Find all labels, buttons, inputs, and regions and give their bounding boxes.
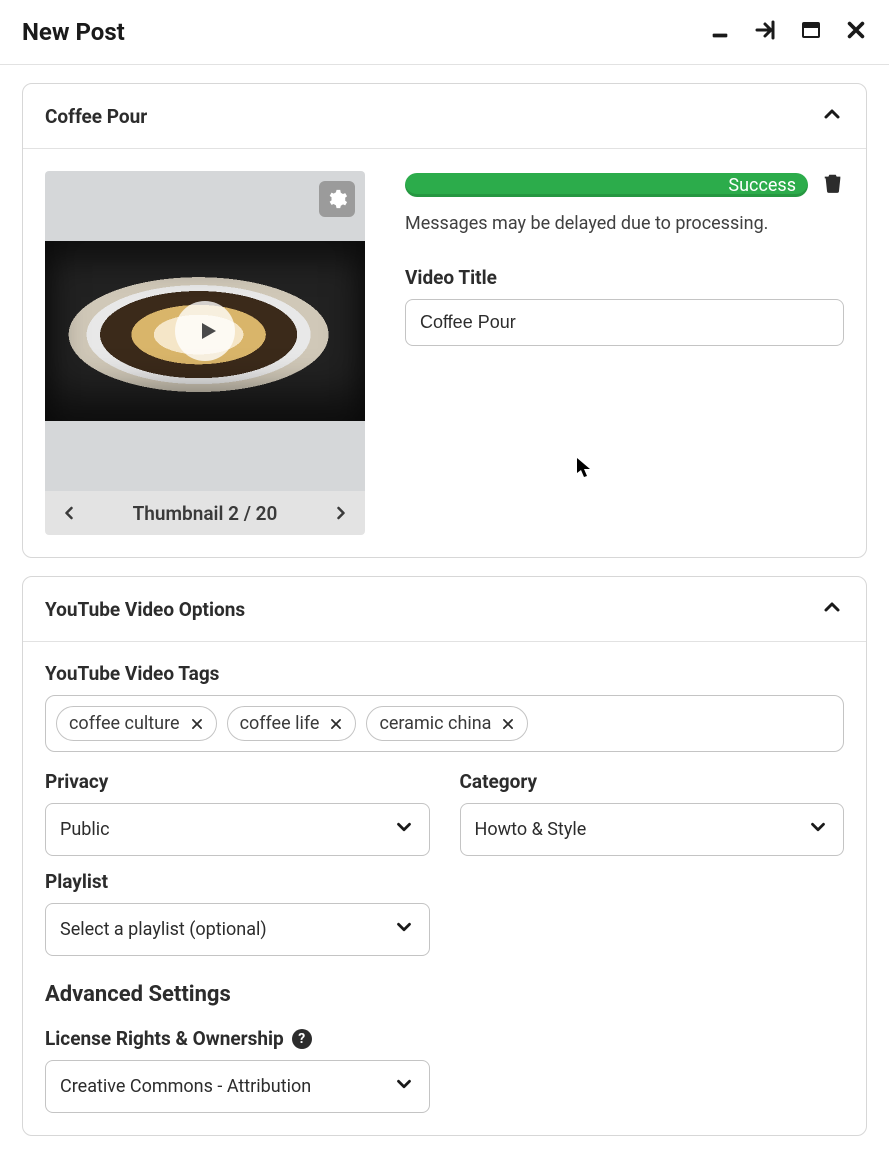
advanced-settings-heading: Advanced Settings <box>45 982 844 1007</box>
upload-progress-bar: Success <box>405 173 808 197</box>
options-card-header[interactable]: YouTube Video Options <box>23 577 866 642</box>
thumbnail-counter: Thumbnail 2 / 20 <box>133 502 278 525</box>
page-title: New Post <box>22 18 125 46</box>
chevron-down-icon <box>393 916 415 943</box>
upload-status-text: Success <box>728 175 796 196</box>
privacy-value: Public <box>60 819 110 840</box>
app-header: New Post <box>0 0 889 65</box>
tag-remove-icon[interactable] <box>329 717 343 731</box>
thumbnail-settings-button[interactable] <box>319 181 355 217</box>
dock-right-icon[interactable] <box>753 18 777 46</box>
processing-note: Messages may be delayed due to processin… <box>405 213 844 234</box>
post-card-header[interactable]: Coffee Pour <box>23 84 866 149</box>
play-icon[interactable] <box>175 301 235 361</box>
thumbnail-nav: Thumbnail 2 / 20 <box>45 491 365 535</box>
playlist-select[interactable]: Select a playlist (optional) <box>45 903 430 956</box>
playlist-label: Playlist <box>45 870 430 893</box>
thumbnail-next-button[interactable] <box>327 499 355 527</box>
playlist-value: Select a playlist (optional) <box>60 919 267 940</box>
video-title-input[interactable] <box>405 299 844 346</box>
tags-input[interactable]: coffee culture coffee life ceramic china <box>45 695 844 752</box>
tag-chip: coffee life <box>227 706 357 741</box>
header-actions <box>709 18 867 46</box>
maximize-icon[interactable] <box>799 18 823 46</box>
tag-chip: ceramic china <box>366 706 528 741</box>
video-title-label: Video Title <box>405 266 844 289</box>
category-label: Category <box>460 770 845 793</box>
tag-text: ceramic china <box>379 713 491 734</box>
options-card: YouTube Video Options YouTube Video Tags… <box>22 576 867 1136</box>
chevron-up-icon <box>820 102 844 130</box>
help-icon[interactable]: ? <box>292 1029 312 1049</box>
close-icon[interactable] <box>845 19 867 45</box>
tag-chip: coffee culture <box>56 706 217 741</box>
license-select[interactable]: Creative Commons - Attribution <box>45 1060 430 1113</box>
tags-label: YouTube Video Tags <box>45 662 844 685</box>
post-card-body: Thumbnail 2 / 20 Success Messages may be… <box>23 149 866 557</box>
chevron-down-icon <box>393 1073 415 1100</box>
delete-button[interactable] <box>822 171 844 199</box>
tag-text: coffee life <box>240 713 320 734</box>
post-card: Coffee Pour <box>22 83 867 558</box>
post-details: Success Messages may be delayed due to p… <box>405 171 844 346</box>
minimize-icon[interactable] <box>709 19 731 45</box>
tag-text: coffee culture <box>69 713 180 734</box>
post-card-title: Coffee Pour <box>45 105 147 128</box>
category-value: Howto & Style <box>475 819 587 840</box>
privacy-select[interactable]: Public <box>45 803 430 856</box>
thumbnail-preview[interactable] <box>45 171 365 491</box>
tag-remove-icon[interactable] <box>501 717 515 731</box>
thumbnail-area: Thumbnail 2 / 20 <box>45 171 365 535</box>
thumbnail-prev-button[interactable] <box>55 499 83 527</box>
privacy-label: Privacy <box>45 770 430 793</box>
tag-remove-icon[interactable] <box>190 717 204 731</box>
category-select[interactable]: Howto & Style <box>460 803 845 856</box>
license-label: License Rights & Ownership <box>45 1027 284 1050</box>
chevron-down-icon <box>393 816 415 843</box>
options-card-title: YouTube Video Options <box>45 598 245 621</box>
license-value: Creative Commons - Attribution <box>60 1076 311 1097</box>
chevron-up-icon <box>820 595 844 623</box>
options-card-body: YouTube Video Tags coffee culture coffee… <box>23 642 866 1135</box>
chevron-down-icon <box>807 816 829 843</box>
